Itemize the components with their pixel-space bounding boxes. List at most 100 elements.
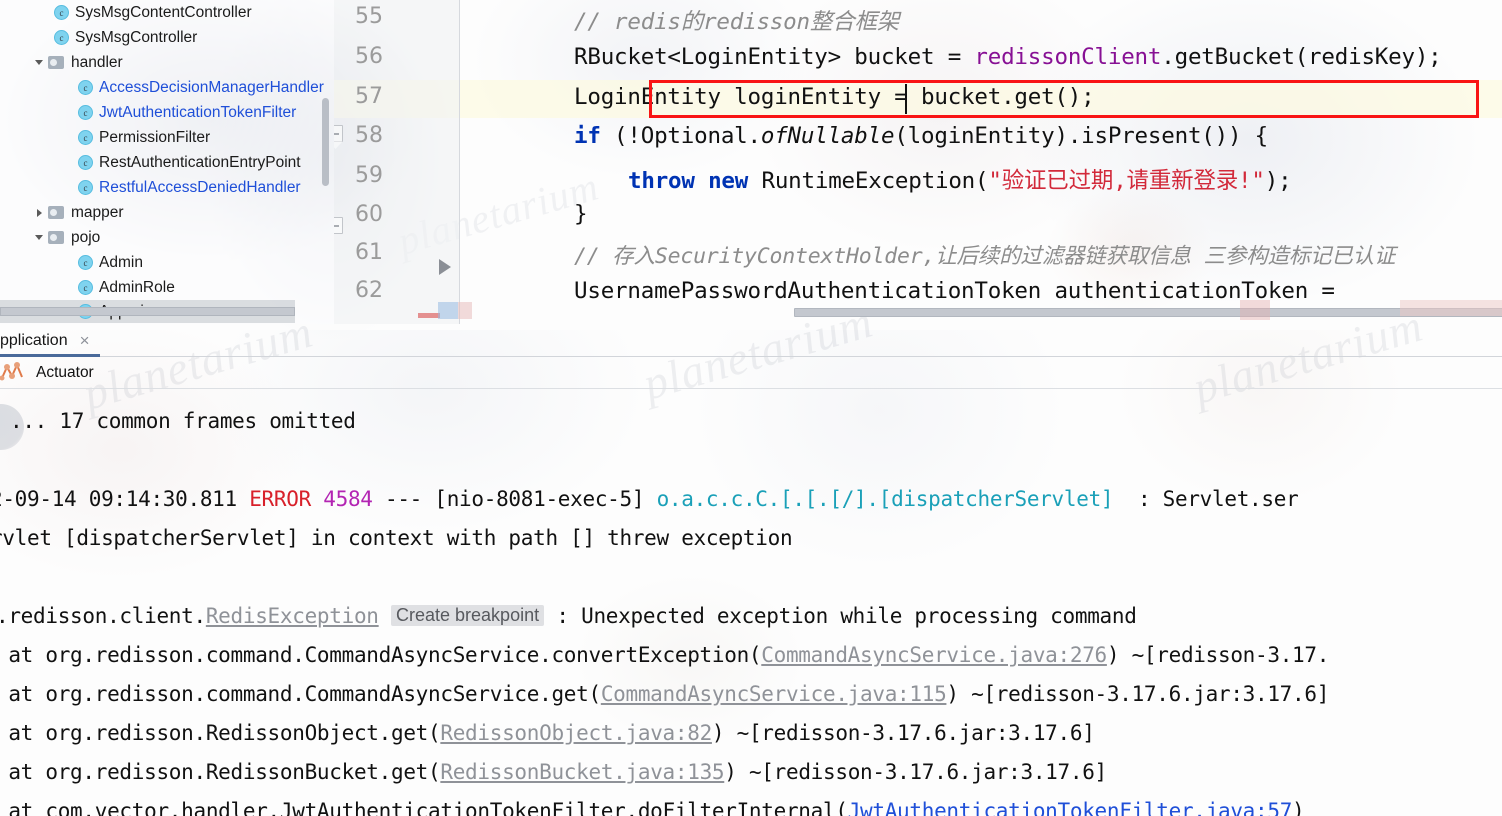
console-line: at org.redisson.RedissonObject.get(Redis… <box>0 721 1095 745</box>
console-output[interactable]: ... 17 common frames omitted 2-09-14 09:… <box>0 389 1502 816</box>
folder-icon <box>48 231 64 244</box>
line-number: 60 <box>355 202 383 227</box>
tab-label: pplication <box>0 331 68 349</box>
stack-frame-text: at org.redisson.command.CommandAsyncServ… <box>0 682 601 706</box>
tree-item-adminrole[interactable]: c AdminRole <box>0 275 334 300</box>
top-pane: c SysMsgContentController c SysMsgContro… <box>0 0 1502 324</box>
warning-stripe-marker <box>458 302 472 319</box>
project-tree[interactable]: c SysMsgContentController c SysMsgContro… <box>0 0 334 324</box>
tree-item-label: pojo <box>71 228 101 246</box>
exception-class-link[interactable]: RedisException <box>206 604 379 628</box>
run-tabstrip: pplication × <box>0 324 1502 357</box>
error-stripe-marker <box>1240 300 1270 320</box>
tree-item-restfulaccessdeniedhandler[interactable]: c RestfulAccessDeniedHandler <box>0 175 334 200</box>
console-line: at com.vector.handler.JwtAuthenticationT… <box>0 799 1304 816</box>
actuator-graph-icon <box>0 361 30 384</box>
exception-message: : Unexpected exception while processing … <box>544 604 1137 628</box>
console-line: ... 17 common frames omitted <box>10 409 356 433</box>
code-line-56: RBucket<LoginEntity> bucket = redissonCl… <box>574 44 1442 70</box>
code-fold-end-icon[interactable] <box>334 217 343 234</box>
java-class-icon: c <box>78 130 93 145</box>
tree-item-jwtauthenticationtokenfilter[interactable]: c JwtAuthenticationTokenFilter <box>0 100 334 125</box>
tree-item-handler[interactable]: handler <box>0 50 334 75</box>
tab-application[interactable]: pplication × <box>0 324 90 357</box>
jar-info: ) ~[redisson-3.17.6.jar:3.17.6] <box>946 682 1330 706</box>
tree-item-label: mapper <box>71 203 124 221</box>
tree-item-accessdecisionmanagerhandler[interactable]: c AccessDecisionManagerHandler <box>0 75 334 100</box>
tree-horizontal-scrollbar[interactable] <box>0 307 295 316</box>
console-line: .redisson.client.RedisException Create b… <box>0 604 1137 628</box>
run-toolstrip: Actuator <box>0 357 1502 389</box>
stack-frame-text: at org.redisson.RedissonObject.get( <box>0 721 441 745</box>
scroll-thumb-marker <box>438 302 458 319</box>
tree-item-label: RestfulAccessDeniedHandler <box>99 178 301 196</box>
line-number: 56 <box>355 44 383 69</box>
tree-item-admin[interactable]: c Admin <box>0 250 334 275</box>
tree-item-sysmsgcontentcontroller[interactable]: c SysMsgContentController <box>0 0 334 25</box>
line-number: 61 <box>355 240 383 265</box>
tree-item-mapper[interactable]: mapper <box>0 200 334 225</box>
tree-item-sysmsgcontroller[interactable]: c SysMsgController <box>0 25 334 50</box>
console-line: at org.redisson.RedissonBucket.get(Redis… <box>0 760 1107 784</box>
editor-horizontal-scrollbar[interactable] <box>794 308 1502 317</box>
tree-item-pojo[interactable]: pojo <box>0 225 334 250</box>
ide-window: planetarium planetarium planetarium plan… <box>0 0 1502 816</box>
code-editor[interactable]: 55 56 57 58 59 60 61 62 // redis的redisso… <box>334 0 1502 324</box>
tree-item-label: AccessDecisionManagerHandler <box>99 78 324 96</box>
code-line-61: // 存入SecurityContextHolder,让后续的过滤器链获取信息 … <box>574 244 1396 269</box>
tree-item-label: RestAuthenticationEntryPoint <box>99 153 301 171</box>
log-timestamp: 2-09-14 09:14:30.811 <box>0 487 250 511</box>
line-number: 59 <box>355 163 383 188</box>
exception-package: .redisson.client. <box>0 604 206 628</box>
tree-item-permissionfilter[interactable]: c PermissionFilter <box>0 125 334 150</box>
error-stripe-marker <box>418 313 440 318</box>
chevron-down-icon[interactable] <box>30 60 48 65</box>
java-class-icon: c <box>78 180 93 195</box>
log-level: ERROR <box>249 487 311 511</box>
actuator-button[interactable]: Actuator <box>0 361 94 384</box>
code-line-55: // redis的redisson整合框架 <box>574 9 900 35</box>
java-class-icon: c <box>54 5 69 20</box>
run-gutter-icon[interactable] <box>439 259 451 275</box>
java-class-icon: c <box>78 280 93 295</box>
tree-vertical-scrollbar[interactable] <box>322 98 329 186</box>
tree-item-label: SysMsgController <box>75 28 198 46</box>
tree-item-label: JwtAuthenticationTokenFilter <box>99 103 297 121</box>
console-line: at org.redisson.command.CommandAsyncServ… <box>0 682 1329 706</box>
console-line: 2-09-14 09:14:30.811 ERROR 4584 --- [nio… <box>0 487 1299 511</box>
run-panel: pplication × Actuator ... 17 common fram… <box>0 324 1502 816</box>
annotation-red-box <box>649 80 1479 118</box>
line-number: 58 <box>355 123 383 148</box>
chevron-down-icon[interactable] <box>30 235 48 240</box>
line-number: 55 <box>355 4 383 29</box>
source-link[interactable]: RedissonBucket.java:135 <box>440 760 724 784</box>
code-line-58: if (!Optional.ofNullable(loginEntity).is… <box>574 123 1269 149</box>
source-link[interactable]: CommandAsyncService.java:276 <box>761 643 1107 667</box>
tree-item-restauthenticationentrypoint[interactable]: c RestAuthenticationEntryPoint <box>0 150 334 175</box>
code-text-area[interactable]: // redis的redisson整合框架 RBucket<LoginEntit… <box>460 0 1502 324</box>
chevron-right-icon[interactable] <box>30 208 48 217</box>
java-class-icon: c <box>78 105 93 120</box>
code-fold-end-icon[interactable] <box>334 125 343 149</box>
stack-frame-text: at org.redisson.RedissonBucket.get( <box>0 760 441 784</box>
tree-item-label: PermissionFilter <box>99 128 211 146</box>
tree-item-label: SysMsgContentController <box>75 3 252 21</box>
source-link[interactable]: RedissonObject.java:82 <box>440 721 712 745</box>
jar-info: ) <box>1292 799 1305 816</box>
log-pid: 4584 <box>323 487 373 511</box>
create-breakpoint-chip[interactable]: Create breakpoint <box>391 605 545 626</box>
code-line-59: throw new RuntimeException("验证已过期,请重新登录!… <box>628 168 1292 194</box>
console-line: at org.redisson.command.CommandAsyncServ… <box>0 643 1329 667</box>
source-link[interactable]: JwtAuthenticationTokenFilter.java:57 <box>848 799 1293 816</box>
code-line-60: } <box>574 201 588 227</box>
editor-gutter[interactable]: 55 56 57 58 59 60 61 62 <box>334 0 460 324</box>
log-message-head: : Servlet.ser <box>1113 487 1299 511</box>
source-link[interactable]: CommandAsyncService.java:115 <box>601 682 947 706</box>
code-line-62: UsernamePasswordAuthenticationToken auth… <box>574 278 1335 304</box>
java-class-icon: c <box>78 80 93 95</box>
stack-frame-text: at org.redisson.command.CommandAsyncServ… <box>0 643 762 667</box>
java-class-icon: c <box>54 30 69 45</box>
close-icon[interactable]: × <box>80 332 90 349</box>
jar-info: ) ~[redisson-3.17.6.jar:3.17.6] <box>711 721 1095 745</box>
log-thread: --- [nio-8081-exec-5] <box>385 487 657 511</box>
